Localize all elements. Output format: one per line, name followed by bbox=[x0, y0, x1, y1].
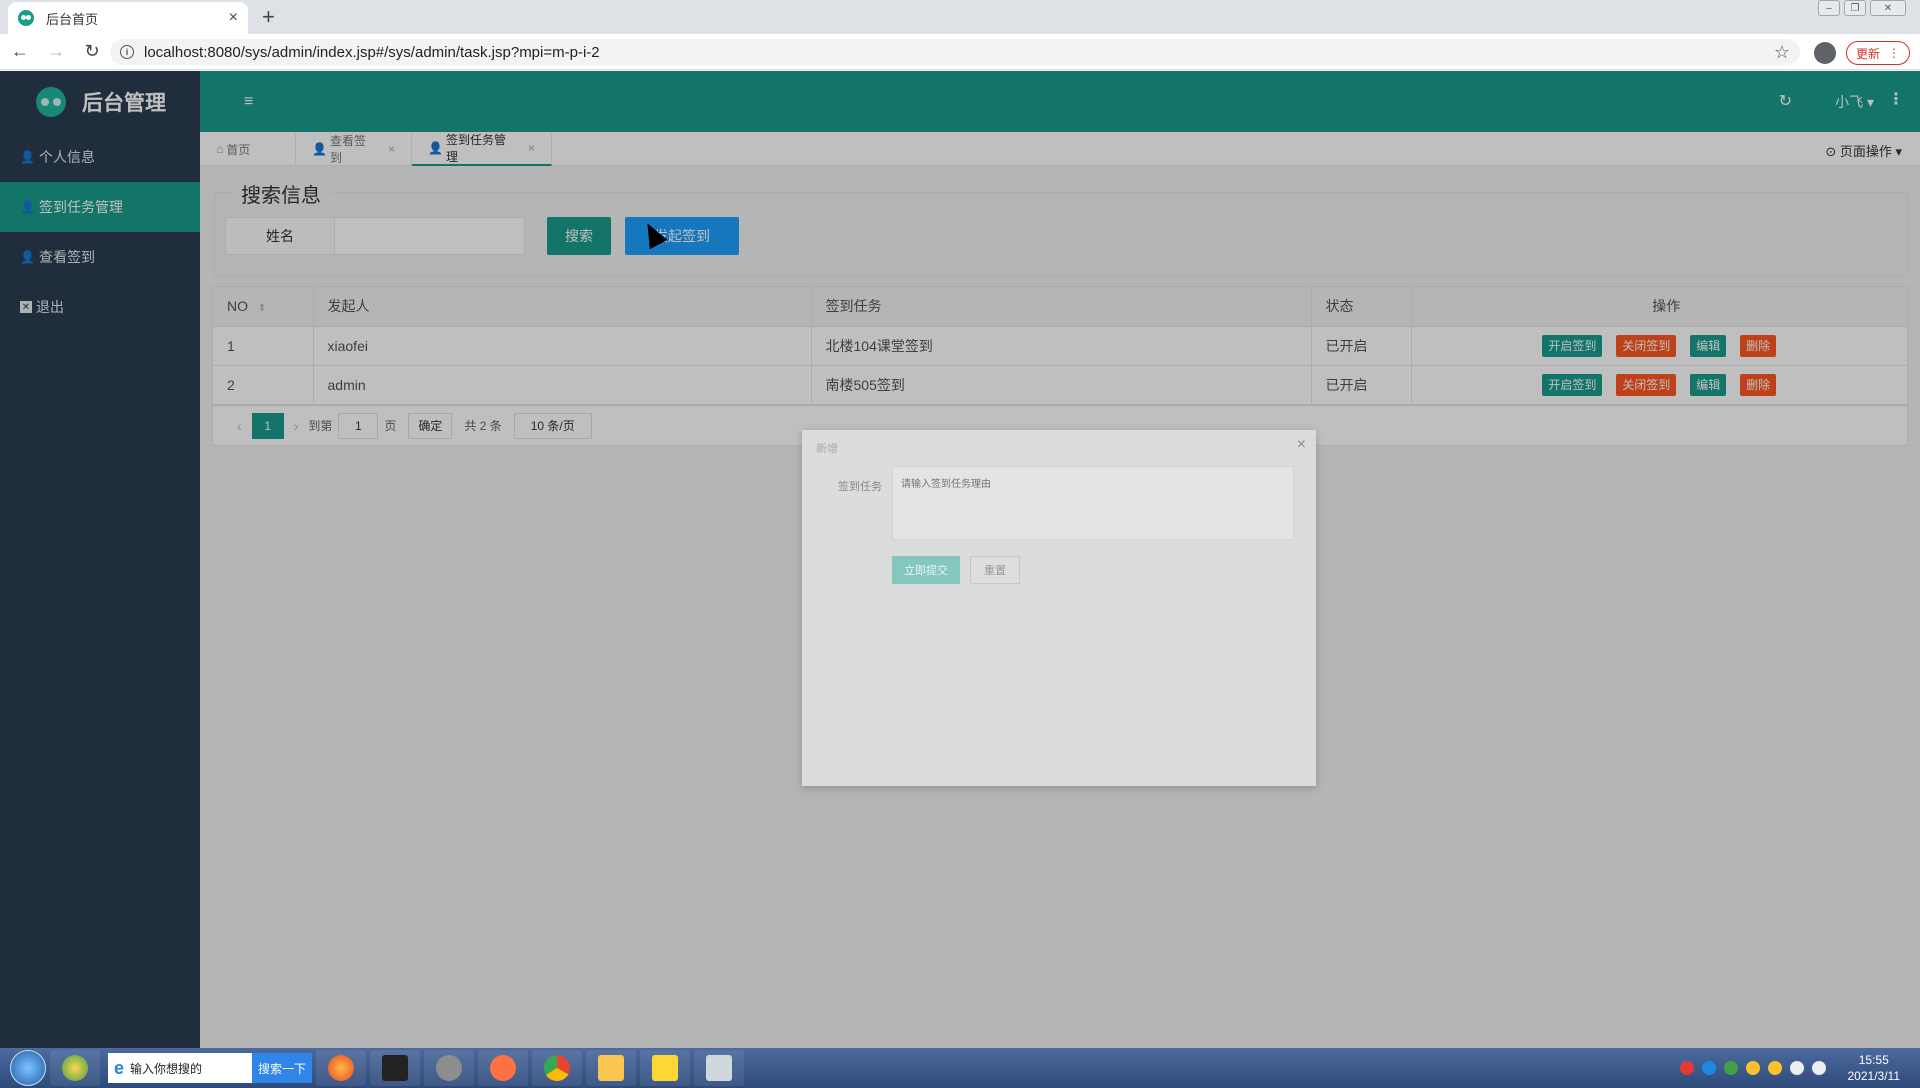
qq-icon[interactable] bbox=[1767, 1061, 1782, 1075]
dialog-title: 新增 bbox=[816, 443, 838, 455]
start-button[interactable] bbox=[10, 1050, 46, 1086]
help-icon[interactable] bbox=[1701, 1061, 1716, 1075]
url-text: localhost:8080/sys/admin/index.jsp#/sys/… bbox=[144, 43, 600, 61]
taskbar-app-explorer-icon[interactable] bbox=[586, 1050, 636, 1086]
taskbar-app-tool-icon[interactable] bbox=[694, 1050, 744, 1086]
submit-button[interactable]: 立即提交 bbox=[892, 556, 960, 584]
bookmark-star-icon[interactable]: ☆ bbox=[1774, 42, 1790, 63]
taskbar-app-chrome-icon[interactable] bbox=[532, 1050, 582, 1086]
system-clock[interactable]: 15:55 2021/3/11 bbox=[1848, 1052, 1901, 1084]
taskbar-app-intellij-icon[interactable] bbox=[370, 1050, 420, 1086]
clock-time: 15:55 bbox=[1858, 1053, 1889, 1067]
profile-avatar-icon[interactable] bbox=[1814, 42, 1836, 64]
sogou-ime-icon[interactable] bbox=[1679, 1061, 1694, 1075]
update-label: 更新 bbox=[1855, 46, 1880, 61]
tab-close-icon[interactable]: × bbox=[229, 9, 238, 27]
taskbar-app-photo-icon[interactable] bbox=[424, 1050, 474, 1086]
add-task-dialog: 新增 × 签到任务 立即提交 重置 bbox=[802, 430, 1316, 786]
browser-tab[interactable]: 后台首页 × bbox=[8, 2, 248, 34]
address-bar: ← → ↻ i localhost:8080/sys/admin/index.j… bbox=[0, 34, 1920, 70]
new-tab-button[interactable]: + bbox=[262, 4, 275, 30]
url-field[interactable]: i localhost:8080/sys/admin/index.jsp#/sy… bbox=[110, 39, 1800, 65]
window-close-button[interactable]: ✕ bbox=[1870, 0, 1906, 16]
taskbar-search-input[interactable]: e 输入你想搜的 bbox=[108, 1053, 252, 1083]
info-icon[interactable]: i bbox=[120, 45, 134, 59]
task-reason-textarea[interactable] bbox=[892, 466, 1294, 540]
dialog-close-icon[interactable]: × bbox=[1297, 436, 1306, 454]
forward-button[interactable]: → bbox=[40, 41, 72, 62]
os-taskbar: e 输入你想搜的 搜索一下 15:55 2021/3/11 bbox=[0, 1048, 1920, 1088]
system-tray: 15:55 2021/3/11 bbox=[1679, 1052, 1920, 1084]
update-button[interactable]: 更新 ⋮ bbox=[1846, 41, 1910, 65]
favicon-icon bbox=[18, 10, 34, 26]
reset-button[interactable]: 重置 bbox=[970, 556, 1020, 584]
taskbar-search-text: 输入你想搜的 bbox=[130, 1061, 203, 1076]
volume-icon[interactable] bbox=[1789, 1061, 1804, 1075]
qq-icon[interactable] bbox=[1745, 1061, 1760, 1075]
tab-title: 后台首页 bbox=[46, 11, 99, 27]
taskbar-app-folder-icon[interactable] bbox=[640, 1050, 690, 1086]
maximize-button[interactable]: ❐ bbox=[1844, 0, 1866, 16]
browser-tab-bar: 后台首页 × + – ❐ ✕ bbox=[0, 0, 1920, 34]
ie-icon: e bbox=[114, 1057, 125, 1078]
minimize-button[interactable]: – bbox=[1818, 0, 1840, 16]
back-button[interactable]: ← bbox=[4, 41, 36, 62]
battery-icon[interactable] bbox=[1723, 1061, 1738, 1075]
window-controls: – ❐ ✕ bbox=[1818, 0, 1906, 16]
taskbar-app-firefox-icon[interactable] bbox=[316, 1050, 366, 1086]
clock-date: 2021/3/11 bbox=[1847, 1069, 1901, 1083]
task-field-label: 签到任务 bbox=[838, 481, 882, 493]
kebab-menu-icon: ⋮ bbox=[1888, 46, 1900, 60]
taskbar-app-settings-icon[interactable] bbox=[478, 1050, 528, 1086]
reload-button[interactable]: ↻ bbox=[76, 41, 108, 62]
taskbar-app-360-icon[interactable] bbox=[50, 1050, 100, 1086]
taskbar-search-button[interactable]: 搜索一下 bbox=[252, 1053, 312, 1083]
network-icon[interactable] bbox=[1811, 1061, 1826, 1075]
